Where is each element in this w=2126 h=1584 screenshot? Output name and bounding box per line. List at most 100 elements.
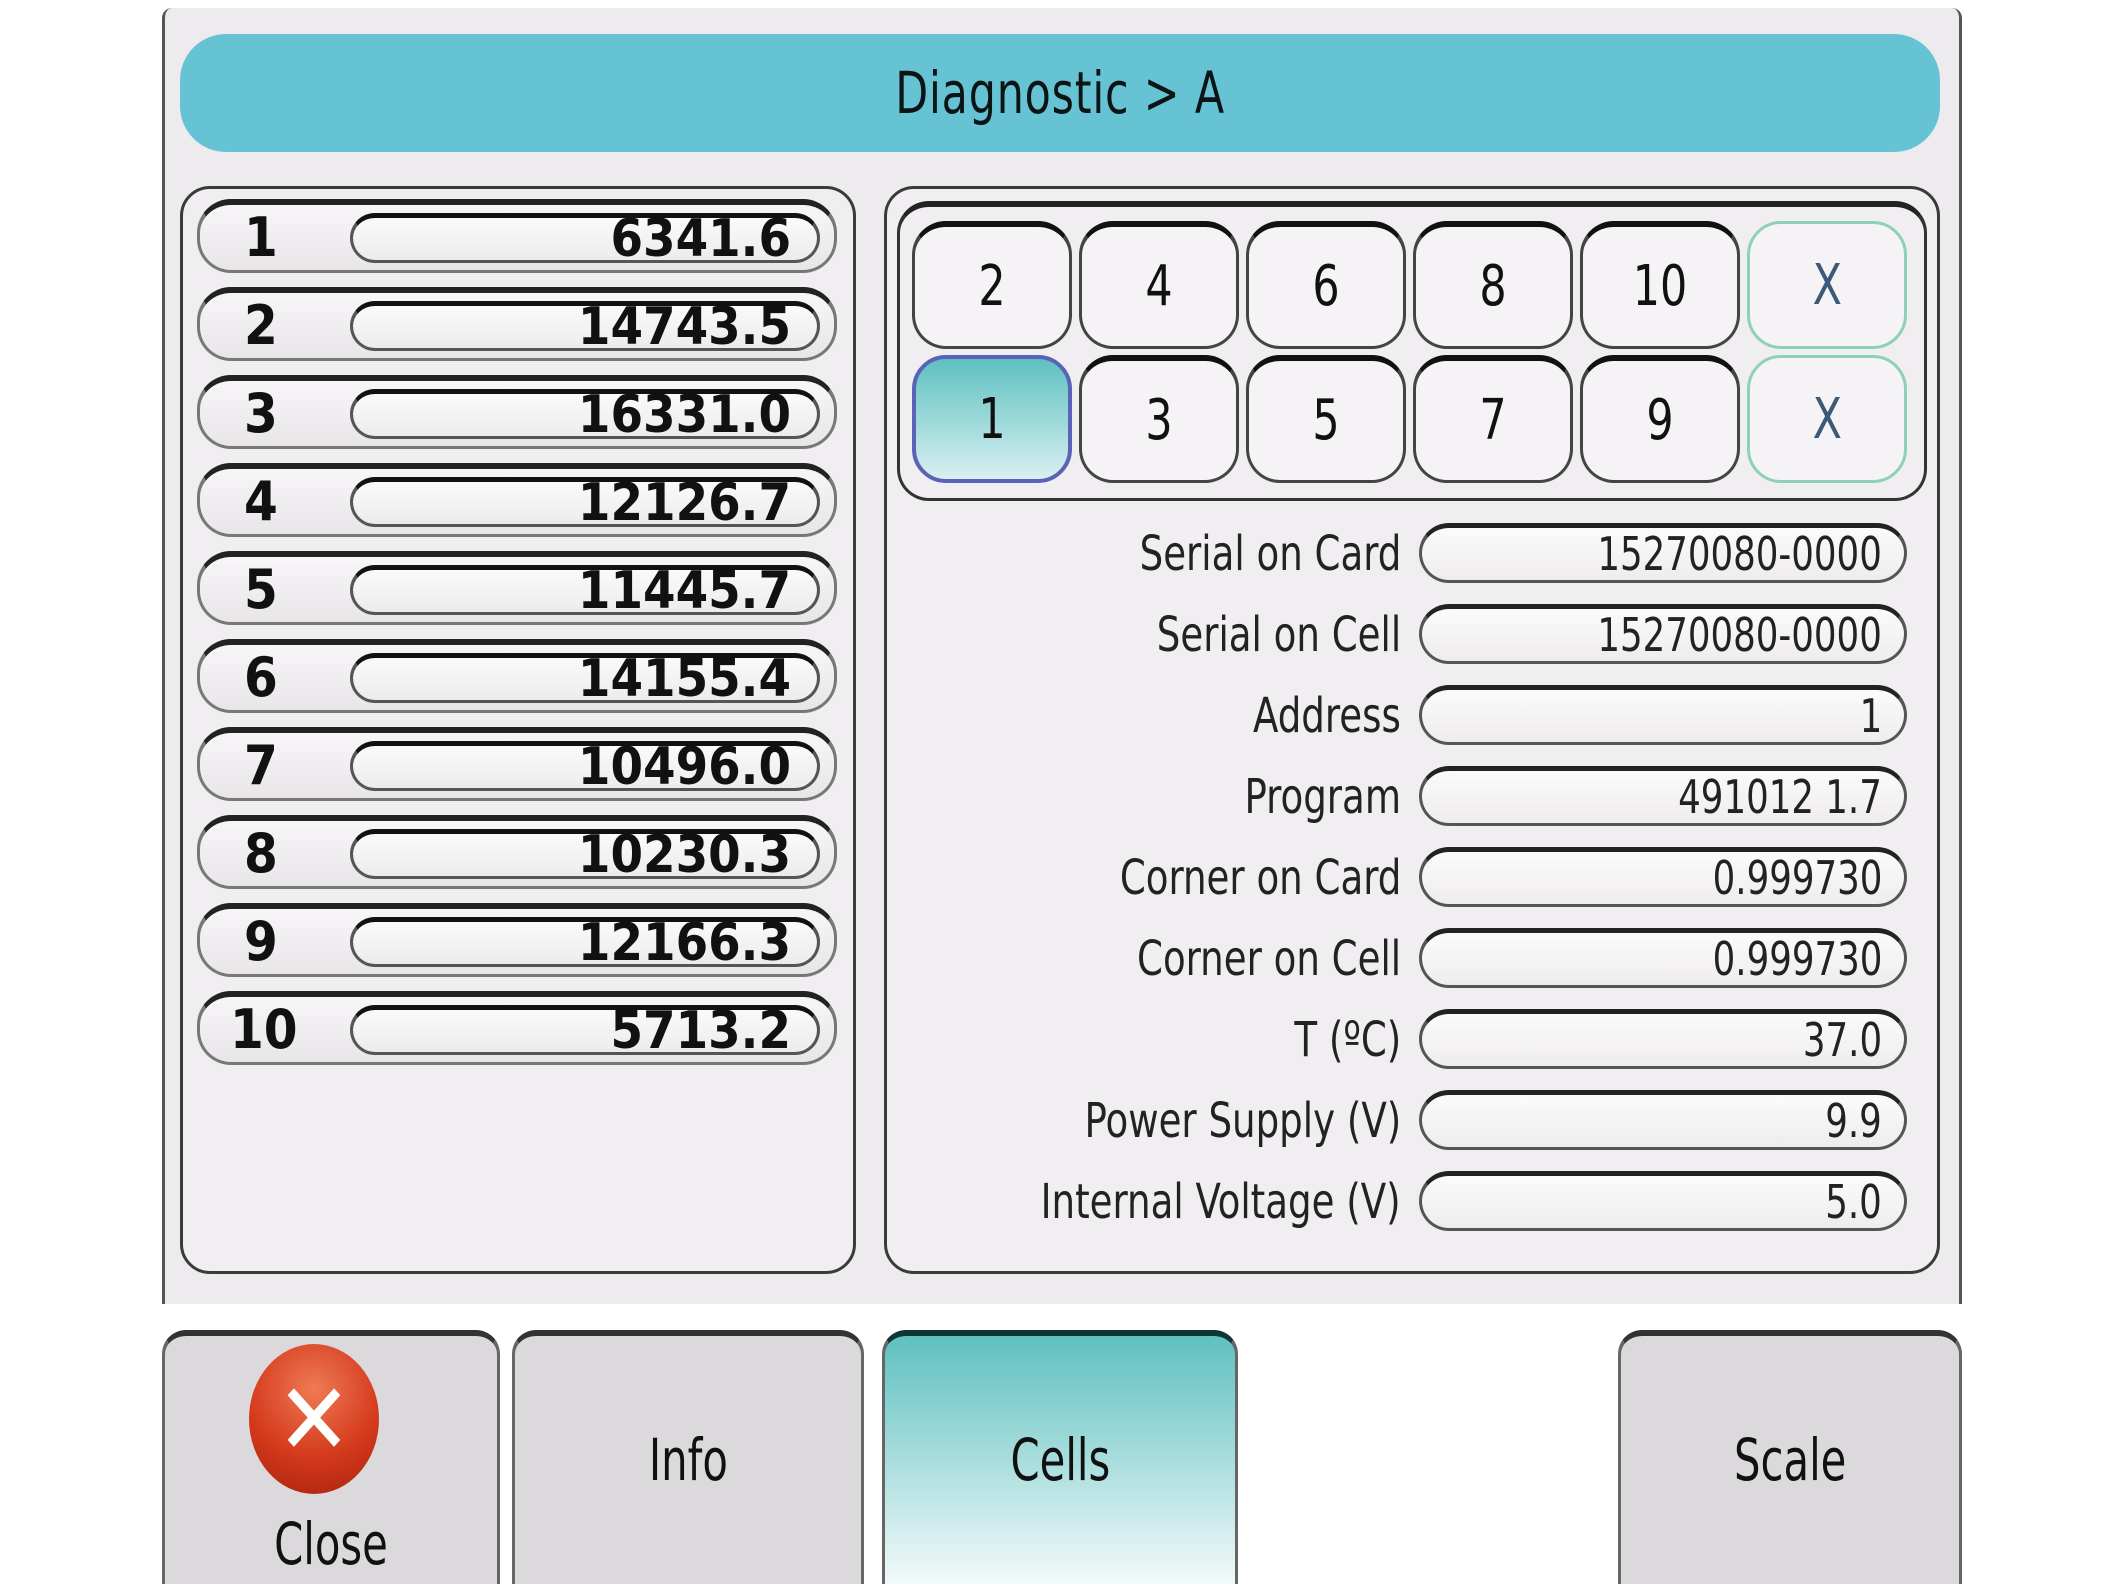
cell-row[interactable]: 3 16331.0 — [197, 375, 837, 449]
cell-value: 5713.2 — [350, 1005, 820, 1057]
cell-select-button[interactable]: 4 — [1079, 221, 1239, 349]
close-button[interactable]: ✕ Close — [162, 1330, 500, 1584]
cell-value: 6341.6 — [350, 213, 820, 265]
cell-index: 9 — [244, 910, 278, 973]
info-tab-label: Info — [648, 1426, 728, 1494]
cell-row[interactable]: 2 14743.5 — [197, 287, 837, 361]
cell-select-button[interactable]: 2 — [912, 221, 1072, 349]
info-tab-button[interactable]: Info — [512, 1330, 864, 1584]
cell-index: 5 — [244, 558, 278, 621]
cell-select-label: 2 — [978, 254, 1006, 319]
cell-select-label: 5 — [1312, 388, 1340, 453]
property-value-field: 1 — [1419, 685, 1907, 745]
cell-row[interactable]: 1 6341.6 — [197, 199, 837, 273]
property-value: 15270080-0000 — [1597, 527, 1882, 581]
scale-tab-label: Scale — [1733, 1426, 1847, 1494]
property-value-field: 15270080-0000 — [1419, 604, 1907, 664]
cell-select-label: X — [1812, 386, 1842, 452]
property-value-field: 37.0 — [1419, 1009, 1907, 1069]
cell-select-label: X — [1812, 252, 1842, 318]
cell-select-button[interactable]: 9 — [1580, 355, 1740, 483]
cell-select-label: 1 — [978, 386, 1006, 452]
cell-row[interactable]: 8 10230.3 — [197, 815, 837, 889]
property-row-serial-on-card: Serial on Card 15270080-0000 — [887, 519, 1927, 589]
property-value-field: 491012 1.7 — [1419, 766, 1907, 826]
cell-values-panel: 1 6341.6 2 14743.5 3 16331.0 4 12126.7 5… — [180, 186, 856, 1274]
property-label: Serial on Card — [1139, 526, 1401, 582]
property-value: 0.999730 — [1712, 851, 1882, 905]
property-row-temperature: T (ºC) 37.0 — [887, 1005, 1927, 1075]
cell-select-label: 8 — [1479, 254, 1507, 319]
cell-select-label: 6 — [1312, 254, 1340, 319]
cell-select-label: 3 — [1145, 388, 1173, 453]
property-label: Internal Voltage (V) — [1041, 1174, 1401, 1230]
cell-select-label: 9 — [1646, 388, 1674, 453]
property-value: 15270080-0000 — [1597, 608, 1882, 662]
cell-unavailable-button[interactable]: X — [1747, 221, 1907, 349]
cell-row[interactable]: 7 10496.0 — [197, 727, 837, 801]
property-row-program: Program 491012 1.7 — [887, 762, 1927, 832]
close-button-label: Close — [274, 1510, 388, 1578]
property-label: Serial on Cell — [1156, 607, 1401, 663]
property-label: Corner on Card — [1119, 850, 1401, 906]
property-label: Power Supply (V) — [1084, 1093, 1401, 1149]
close-icon: ✕ — [249, 1344, 379, 1494]
cell-select-button-selected[interactable]: 1 — [912, 355, 1072, 483]
property-value: 0.999730 — [1712, 932, 1882, 986]
property-value-field: 0.999730 — [1419, 847, 1907, 907]
cell-select-label: 7 — [1479, 388, 1507, 453]
cell-row[interactable]: 9 12166.3 — [197, 903, 837, 977]
scale-tab-button[interactable]: Scale — [1618, 1330, 1962, 1584]
page-title: Diagnostic > A — [895, 59, 1225, 127]
cell-row[interactable]: 5 11445.7 — [197, 551, 837, 625]
property-value: 9.9 — [1825, 1094, 1882, 1148]
property-value-field: 5.0 — [1419, 1171, 1907, 1231]
cell-select-label: 4 — [1145, 254, 1173, 319]
cell-index: 3 — [244, 382, 278, 445]
cell-unavailable-button[interactable]: X — [1747, 355, 1907, 483]
property-row-serial-on-cell: Serial on Cell 15270080-0000 — [887, 600, 1927, 670]
property-value-field: 9.9 — [1419, 1090, 1907, 1150]
cell-select-button[interactable]: 8 — [1413, 221, 1573, 349]
cell-index: 6 — [244, 646, 278, 709]
cell-select-button[interactable]: 6 — [1246, 221, 1406, 349]
cell-value: 10230.3 — [350, 829, 820, 881]
cell-row[interactable]: 10 5713.2 — [197, 991, 837, 1065]
property-label: Corner on Cell — [1136, 931, 1401, 987]
cell-value: 12126.7 — [350, 477, 820, 529]
property-value-field: 15270080-0000 — [1419, 523, 1907, 583]
property-label: Address — [1253, 688, 1401, 744]
cell-select-button[interactable]: 10 — [1580, 221, 1740, 349]
cells-tab-label: Cells — [1010, 1426, 1110, 1494]
cell-select-button[interactable]: 7 — [1413, 355, 1573, 483]
bottom-toolbar: ✕ Close Info Cells Scale — [162, 1330, 1962, 1584]
cell-row[interactable]: 4 12126.7 — [197, 463, 837, 537]
cell-value: 11445.7 — [350, 565, 820, 617]
cell-details-panel: 2 4 6 8 10 X 1 3 5 7 9 X Serial on Card … — [884, 186, 1940, 1274]
cell-row[interactable]: 6 14155.4 — [197, 639, 837, 713]
property-row-corner-on-card: Corner on Card 0.999730 — [887, 843, 1927, 913]
property-value: 37.0 — [1802, 1013, 1882, 1067]
cell-value: 10496.0 — [350, 741, 820, 793]
cell-index: 4 — [244, 470, 278, 533]
property-row-corner-on-cell: Corner on Cell 0.999730 — [887, 924, 1927, 994]
cell-index: 2 — [244, 294, 278, 357]
cell-index: 1 — [244, 206, 278, 269]
cell-index: 7 — [244, 734, 278, 797]
cell-selector-grid: 2 4 6 8 10 X 1 3 5 7 9 X — [897, 201, 1927, 501]
property-value: 1 — [1859, 689, 1882, 743]
cells-tab-button[interactable]: Cells — [882, 1330, 1238, 1584]
cell-select-label: 10 — [1632, 254, 1688, 319]
property-value: 491012 1.7 — [1678, 770, 1882, 824]
property-label: Program — [1244, 769, 1401, 825]
cell-value: 14743.5 — [350, 301, 820, 353]
cell-value: 14155.4 — [350, 653, 820, 705]
cell-value: 12166.3 — [350, 917, 820, 969]
cell-index: 10 — [230, 998, 298, 1061]
property-row-address: Address 1 — [887, 681, 1927, 751]
cell-select-button[interactable]: 5 — [1246, 355, 1406, 483]
cell-select-button[interactable]: 3 — [1079, 355, 1239, 483]
property-value: 5.0 — [1825, 1175, 1882, 1229]
cell-value: 16331.0 — [350, 389, 820, 441]
title-bar: Diagnostic > A — [180, 34, 1940, 152]
